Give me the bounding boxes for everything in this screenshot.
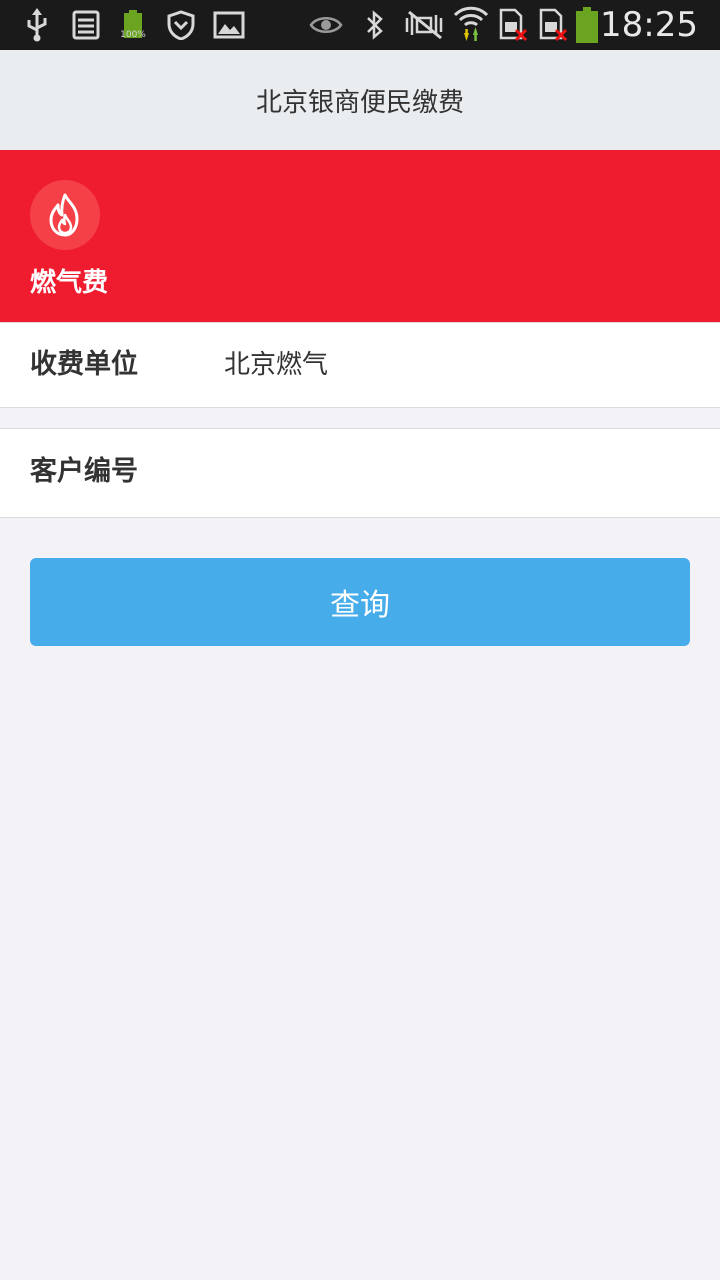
title-bar: 北京银商便民缴费 (0, 50, 720, 150)
image-icon (212, 0, 246, 50)
mute-vibrate-icon (402, 0, 446, 50)
customer-number-label: 客户编号 (30, 456, 138, 487)
flame-icon (30, 180, 100, 250)
shield-icon (164, 0, 198, 50)
status-bar: 100% 18:25 (0, 0, 720, 50)
customer-number-row: 客户编号 (0, 428, 720, 518)
bluetooth-icon (362, 0, 388, 50)
fee-unit-value: 北京燃气 (224, 350, 329, 380)
status-time: 18:25 (600, 5, 698, 45)
battery-icon (574, 0, 600, 50)
query-button[interactable]: 查询 (30, 558, 690, 646)
sim-1-icon (496, 0, 530, 50)
sim-2-icon (536, 0, 570, 50)
fee-unit-label: 收费单位 (30, 349, 138, 380)
battery-small-icon: 100% (116, 0, 150, 50)
query-button-label: 查询 (330, 588, 390, 623)
storage-icon (70, 0, 102, 50)
wifi-icon (452, 0, 490, 50)
category-label: 燃气费 (30, 268, 109, 298)
category-banner: 燃气费 (0, 150, 720, 322)
battery-small-label: 100% (120, 30, 146, 40)
customer-number-input[interactable] (224, 447, 688, 497)
usb-icon (22, 0, 52, 50)
page-title: 北京银商便民缴费 (255, 87, 464, 118)
eye-icon (308, 0, 344, 50)
fee-unit-row: 收费单位 北京燃气 (0, 322, 720, 408)
